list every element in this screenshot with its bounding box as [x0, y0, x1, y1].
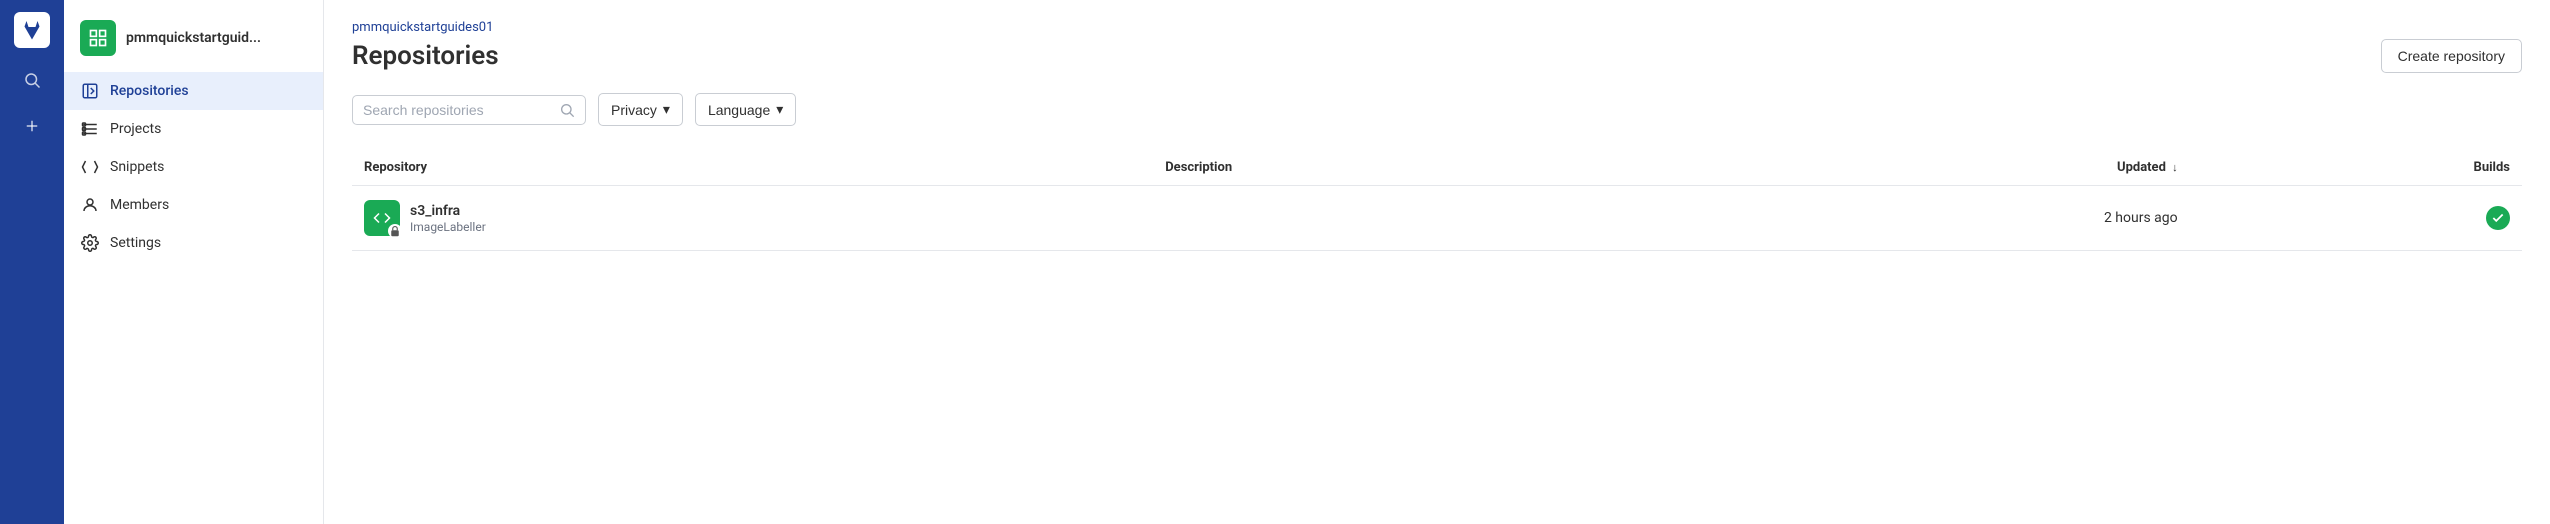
repo-name-cell: s3_infra ImageLabeller — [364, 200, 1141, 236]
sidebar-item-repositories-label: Repositories — [110, 83, 189, 99]
table-row: s3_infra ImageLabeller 2 hours ago — [352, 186, 2522, 251]
page-title: Repositories — [352, 41, 499, 71]
search-input[interactable] — [363, 102, 553, 118]
language-filter-button[interactable]: Language ▾ — [695, 93, 796, 126]
sidebar-item-members[interactable]: Members — [64, 186, 323, 224]
projects-icon — [80, 119, 100, 139]
sidebar-item-settings[interactable]: Settings — [64, 224, 323, 262]
members-icon — [80, 195, 100, 215]
sort-icon: ↓ — [2172, 161, 2178, 174]
sidebar-item-settings-label: Settings — [110, 235, 161, 251]
page-header: Repositories Create repository — [352, 39, 2522, 73]
snippets-icon — [80, 157, 100, 177]
repositories-table: Repository Description Updated ↓ Builds — [352, 150, 2522, 251]
sidebar-item-snippets[interactable]: Snippets — [64, 148, 323, 186]
chevron-down-icon: ▾ — [776, 101, 783, 118]
repo-info: s3_infra ImageLabeller — [410, 203, 486, 234]
column-header-updated[interactable]: Updated ↓ — [1653, 150, 2190, 186]
org-header[interactable]: pmmquickstartguid... — [64, 12, 323, 72]
breadcrumb[interactable]: pmmquickstartguides01 — [352, 20, 2522, 35]
search-icon — [559, 102, 575, 118]
repo-builds — [2190, 186, 2522, 251]
sidebar-item-projects[interactable]: Projects — [64, 110, 323, 148]
repo-name[interactable]: s3_infra — [410, 203, 486, 219]
repo-subtitle: ImageLabeller — [410, 220, 486, 234]
sidebar-item-members-label: Members — [110, 197, 169, 213]
sidebar-item-projects-label: Projects — [110, 121, 161, 137]
sidebar: pmmquickstartguid... Repositories — [64, 0, 324, 524]
search-box — [352, 95, 586, 125]
column-header-repository: Repository — [352, 150, 1153, 186]
settings-icon — [80, 233, 100, 253]
repo-lock-badge — [388, 224, 402, 238]
repo-updated: 2 hours ago — [1653, 186, 2190, 251]
column-header-builds: Builds — [2190, 150, 2522, 186]
build-success-icon — [2486, 206, 2510, 230]
sidebar-item-repositories[interactable]: Repositories — [64, 72, 323, 110]
sidebar-nav: Repositories Projects Snippe — [64, 72, 323, 262]
icon-bar — [0, 0, 64, 524]
main-content: pmmquickstartguides01 Repositories Creat… — [324, 0, 2550, 524]
gitlab-logo[interactable] — [14, 12, 50, 48]
create-icon[interactable] — [18, 112, 46, 140]
org-avatar — [80, 20, 116, 56]
org-name: pmmquickstartguid... — [126, 30, 261, 46]
column-header-description: Description — [1153, 150, 1653, 186]
repositories-icon — [80, 81, 100, 101]
filters-bar: Privacy ▾ Language ▾ — [352, 93, 2522, 126]
repo-icon — [364, 200, 400, 236]
create-repository-button[interactable]: Create repository — [2381, 39, 2522, 73]
repo-description — [1153, 186, 1653, 251]
sidebar-item-snippets-label: Snippets — [110, 159, 164, 175]
privacy-filter-button[interactable]: Privacy ▾ — [598, 93, 683, 126]
search-icon[interactable] — [18, 66, 46, 94]
chevron-down-icon: ▾ — [663, 101, 670, 118]
